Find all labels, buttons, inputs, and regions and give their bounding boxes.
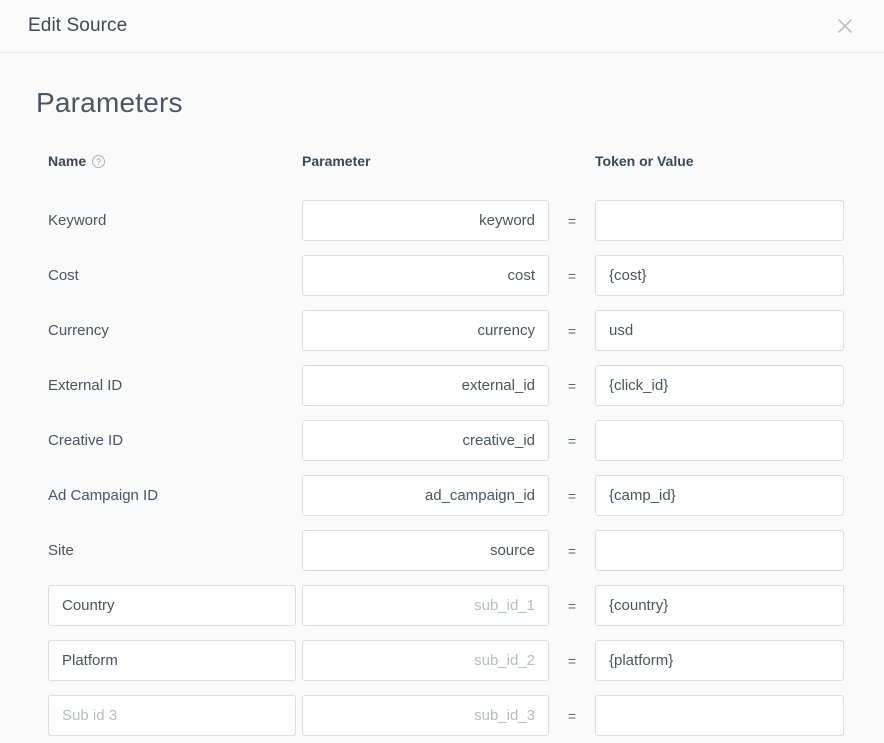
name-label-4: External ID bbox=[36, 377, 122, 394]
column-header-name: Name ? bbox=[36, 153, 302, 169]
table-row: = bbox=[36, 688, 844, 743]
table-row: Cost = bbox=[36, 248, 844, 303]
cell-token bbox=[595, 420, 844, 461]
equals-sign: = bbox=[549, 433, 595, 449]
name-input-9[interactable] bbox=[48, 640, 296, 681]
token-input-7[interactable] bbox=[595, 530, 844, 571]
modal-title: Edit Source bbox=[28, 15, 828, 37]
equals-sign: = bbox=[549, 268, 595, 284]
name-label-6: Ad Campaign ID bbox=[36, 487, 158, 504]
cell-name: Site bbox=[36, 542, 302, 559]
table-row: = bbox=[36, 578, 844, 633]
close-icon bbox=[836, 17, 854, 35]
table-row: Ad Campaign ID = bbox=[36, 468, 844, 523]
cell-parameter bbox=[302, 420, 549, 461]
column-header-name-label: Name bbox=[48, 153, 86, 169]
cell-name bbox=[36, 695, 302, 736]
parameter-input-8[interactable] bbox=[302, 585, 549, 626]
token-input-8[interactable] bbox=[595, 585, 844, 626]
table-row: External ID = bbox=[36, 358, 844, 413]
name-label-3: Currency bbox=[36, 322, 109, 339]
equals-sign: = bbox=[549, 213, 595, 229]
cell-parameter bbox=[302, 365, 549, 406]
cell-token bbox=[595, 475, 844, 516]
parameters-table: Name ? Parameter Token or Value Keyword =… bbox=[36, 153, 844, 743]
cell-token bbox=[595, 200, 844, 241]
close-button[interactable] bbox=[828, 9, 862, 43]
token-input-1[interactable] bbox=[595, 200, 844, 241]
cell-token bbox=[595, 640, 844, 681]
cell-token bbox=[595, 310, 844, 351]
cell-parameter bbox=[302, 530, 549, 571]
table-row: Keyword = bbox=[36, 193, 844, 248]
equals-sign: = bbox=[549, 378, 595, 394]
cell-parameter bbox=[302, 640, 549, 681]
equals-sign: = bbox=[549, 653, 595, 669]
parameter-input-2[interactable] bbox=[302, 255, 549, 296]
name-label-5: Creative ID bbox=[36, 432, 123, 449]
parameter-input-4[interactable] bbox=[302, 365, 549, 406]
token-input-5[interactable] bbox=[595, 420, 844, 461]
cell-token bbox=[595, 530, 844, 571]
cell-parameter bbox=[302, 695, 549, 736]
cell-parameter bbox=[302, 200, 549, 241]
token-input-6[interactable] bbox=[595, 475, 844, 516]
table-rows: Keyword=Cost=Currency=External ID=Creati… bbox=[36, 193, 844, 743]
token-input-2[interactable] bbox=[595, 255, 844, 296]
cell-name bbox=[36, 640, 302, 681]
cell-token bbox=[595, 585, 844, 626]
cell-name: Keyword bbox=[36, 212, 302, 229]
cell-token bbox=[595, 695, 844, 736]
table-row: Creative ID = bbox=[36, 413, 844, 468]
token-input-3[interactable] bbox=[595, 310, 844, 351]
cell-parameter bbox=[302, 310, 549, 351]
name-label-7: Site bbox=[36, 542, 74, 559]
table-row: Currency = bbox=[36, 303, 844, 358]
cell-name: External ID bbox=[36, 377, 302, 394]
parameter-input-6[interactable] bbox=[302, 475, 549, 516]
token-input-9[interactable] bbox=[595, 640, 844, 681]
cell-name: Cost bbox=[36, 267, 302, 284]
table-row: Site = bbox=[36, 523, 844, 578]
parameter-input-9[interactable] bbox=[302, 640, 549, 681]
table-row: = bbox=[36, 633, 844, 688]
name-input-8[interactable] bbox=[48, 585, 296, 626]
cell-parameter bbox=[302, 475, 549, 516]
column-header-parameter: Parameter bbox=[302, 153, 549, 169]
cell-parameter bbox=[302, 255, 549, 296]
modal-body: Parameters Name ? Parameter Token or Val… bbox=[0, 53, 884, 743]
token-input-10[interactable] bbox=[595, 695, 844, 736]
equals-sign: = bbox=[549, 708, 595, 724]
column-header-token: Token or Value bbox=[595, 153, 844, 169]
cell-name: Creative ID bbox=[36, 432, 302, 449]
page-title: Parameters bbox=[36, 87, 844, 119]
name-label-1: Keyword bbox=[36, 212, 106, 229]
equals-sign: = bbox=[549, 598, 595, 614]
token-input-4[interactable] bbox=[595, 365, 844, 406]
parameter-input-3[interactable] bbox=[302, 310, 549, 351]
equals-sign: = bbox=[549, 543, 595, 559]
cell-parameter bbox=[302, 585, 549, 626]
equals-sign: = bbox=[549, 323, 595, 339]
table-header-row: Name ? Parameter Token or Value bbox=[36, 153, 844, 193]
name-label-2: Cost bbox=[36, 267, 79, 284]
cell-token bbox=[595, 255, 844, 296]
cell-name bbox=[36, 585, 302, 626]
cell-token bbox=[595, 365, 844, 406]
parameter-input-5[interactable] bbox=[302, 420, 549, 461]
cell-name: Ad Campaign ID bbox=[36, 487, 302, 504]
equals-sign: = bbox=[549, 488, 595, 504]
name-input-10[interactable] bbox=[48, 695, 296, 736]
parameter-input-10[interactable] bbox=[302, 695, 549, 736]
cell-name: Currency bbox=[36, 322, 302, 339]
parameter-input-1[interactable] bbox=[302, 200, 549, 241]
modal-header: Edit Source bbox=[0, 0, 884, 53]
parameter-input-7[interactable] bbox=[302, 530, 549, 571]
help-circle-icon[interactable]: ? bbox=[92, 155, 105, 168]
